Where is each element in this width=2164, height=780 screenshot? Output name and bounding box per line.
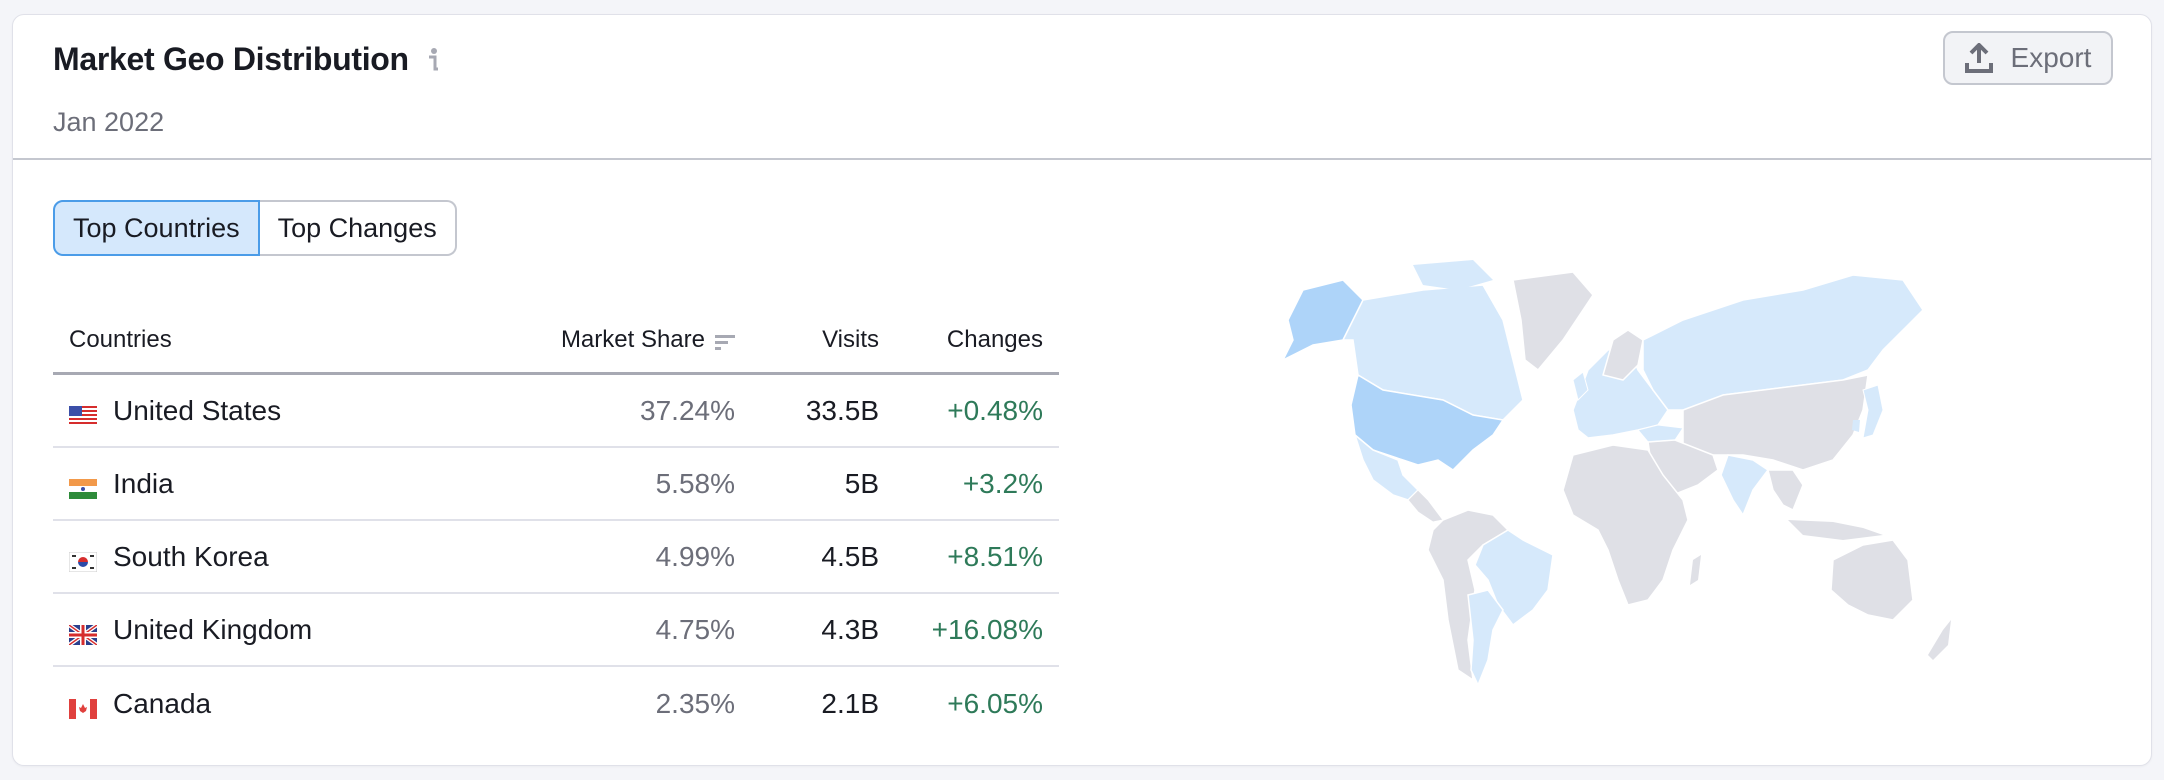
column-changes: Changes <box>946 325 1043 353</box>
visits-value: 4.3B <box>821 613 879 645</box>
country-name: Canada <box>113 687 212 719</box>
column-countries: Countries <box>69 325 172 353</box>
change-value: +8.51% <box>947 540 1043 572</box>
map-region-southeast-asia <box>1767 469 1804 512</box>
market-share-value: 37.24% <box>640 394 735 426</box>
in-flag-icon <box>69 474 97 499</box>
change-value: +6.05% <box>947 687 1043 719</box>
view-tabs: Top Countries Top Changes <box>53 200 457 256</box>
date-label: Jan 2022 <box>53 107 165 137</box>
table-row[interactable]: United States 37.24% 33.5B +0.48% <box>53 375 1059 448</box>
map-region-argentina[interactable] <box>1467 589 1504 687</box>
market-share-value: 5.58% <box>655 467 735 499</box>
change-value: +3.2% <box>962 467 1043 499</box>
country-name: India <box>113 467 174 499</box>
tab-top-countries[interactable]: Top Countries <box>53 200 260 256</box>
map-region-new-zealand <box>1928 620 1951 660</box>
country-name: South Korea <box>113 540 269 572</box>
market-share-value: 2.35% <box>655 687 735 719</box>
visits-value: 4.5B <box>821 540 879 572</box>
tab-top-changes[interactable]: Top Changes <box>259 200 457 256</box>
market-geo-card: Market Geo Distribution Jan 2022 Export … <box>12 14 2152 766</box>
column-visits: Visits <box>822 325 879 353</box>
visits-value: 5B <box>844 467 879 499</box>
column-market-share[interactable]: Market Share <box>523 326 735 354</box>
country-name: United States <box>113 394 282 426</box>
column-market-share-label: Market Share <box>560 325 705 353</box>
kr-flag-icon <box>68 547 98 572</box>
gb-flag-icon <box>67 620 99 647</box>
map-region-south-korea[interactable] <box>1852 420 1860 432</box>
card-header: Market Geo Distribution Jan 2022 Export <box>13 15 2151 160</box>
table-row[interactable]: United Kingdom 4.75% 4.3B +16.08% <box>53 594 1059 667</box>
us-flag-icon <box>69 401 97 426</box>
country-name: United Kingdom <box>113 613 313 645</box>
map-region-india[interactable] <box>1720 454 1770 517</box>
map-region-australia <box>1830 539 1914 621</box>
world-map[interactable] <box>1243 260 1983 690</box>
upload-icon <box>1964 42 1993 73</box>
map-region-central-america <box>1407 489 1444 523</box>
ca-flag-icon <box>69 694 97 719</box>
market-share-value: 4.99% <box>655 540 735 572</box>
map-region-indonesia <box>1788 520 1883 540</box>
table-header: Countries Market Share Visits Changes <box>53 307 1059 375</box>
export-button[interactable]: Export <box>1943 31 2113 85</box>
map-region-madagascar <box>1690 555 1701 585</box>
change-value: +0.48% <box>947 394 1043 426</box>
world-map-svg <box>1281 260 1951 687</box>
table-row[interactable]: India 5.58% 5B +3.2% <box>53 448 1059 521</box>
countries-table: Countries Market Share Visits Changes Un… <box>53 307 1059 740</box>
export-label: Export <box>2010 42 2092 73</box>
card-title: Market Geo Distribution <box>53 41 409 77</box>
info-icon[interactable] <box>425 46 441 74</box>
visits-value: 2.1B <box>821 687 879 719</box>
sort-descending-icon[interactable] <box>715 331 735 350</box>
market-share-value: 4.75% <box>655 613 735 645</box>
visits-value: 33.5B <box>805 394 879 426</box>
map-region-japan[interactable] <box>1862 384 1884 439</box>
map-region-alaska[interactable] <box>1281 279 1364 362</box>
change-value: +16.08% <box>931 613 1043 645</box>
table-row[interactable]: South Korea 4.99% 4.5B +8.51% <box>53 521 1059 594</box>
map-region-greenland[interactable] <box>1512 271 1594 372</box>
table-row[interactable]: Canada 2.35% 2.1B +6.05% <box>53 667 1059 740</box>
